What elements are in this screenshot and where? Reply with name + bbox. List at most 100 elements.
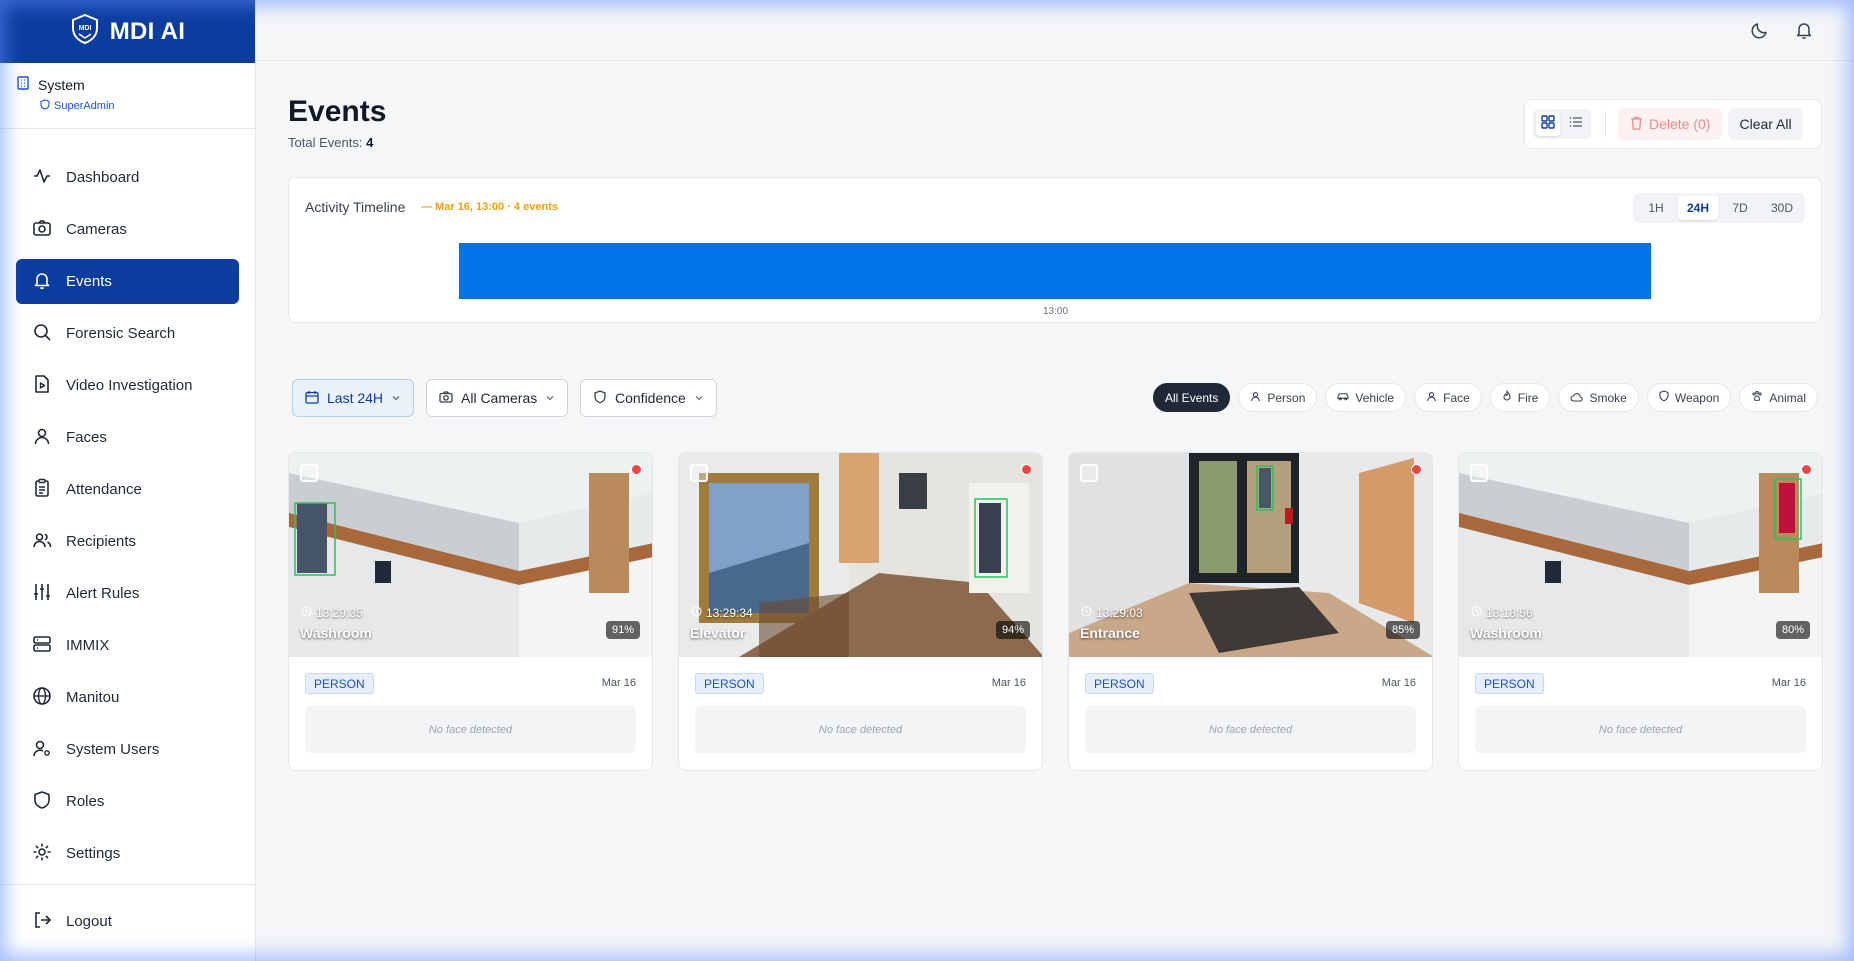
select-checkbox[interactable]: [300, 464, 318, 482]
chevron-down-icon: [694, 390, 704, 406]
view-toggle: [1533, 109, 1591, 139]
sidebar-item-label: Alert Rules: [66, 585, 140, 602]
sidebar: MDI MDI AI System SuperAdmin Dashboard C…: [0, 0, 256, 961]
select-checkbox[interactable]: [690, 464, 708, 482]
event-time-value: 13:18:56: [1486, 606, 1533, 620]
top-bar: [256, 0, 1854, 61]
chip-person[interactable]: Person: [1238, 383, 1318, 412]
chip-animal[interactable]: Animal: [1739, 383, 1818, 412]
event-actions: Delete (0) Clear All: [1524, 99, 1822, 149]
chip-label: Fire: [1517, 390, 1539, 405]
delete-label: Delete (0): [1649, 116, 1711, 132]
event-snapshot[interactable]: 13:29:03 Entrance 85%: [1069, 453, 1432, 657]
clock-icon: [301, 606, 312, 620]
sidebar-item-dashboard[interactable]: Dashboard: [16, 155, 239, 200]
event-card[interactable]: 13:29:34 Elevator 94% PERSON Mar 16 No f…: [678, 452, 1043, 771]
total-label: Total Events:: [288, 135, 363, 150]
face-placeholder: No face detected: [1475, 706, 1806, 753]
event-card[interactable]: 13:29:03 Entrance 85% PERSON Mar 16 No f…: [1068, 452, 1433, 771]
confidence-filter[interactable]: Confidence: [580, 379, 717, 417]
sidebar-item-label: Roles: [66, 793, 105, 810]
activity-icon: [32, 166, 52, 190]
sidebar-item-attendance[interactable]: Attendance: [16, 467, 239, 512]
range-30d[interactable]: 30D: [1762, 196, 1802, 220]
sidebar-item-label: Faces: [66, 429, 107, 446]
list-view-button[interactable]: [1564, 112, 1588, 136]
clock-icon: [1081, 606, 1092, 620]
file-video-icon: [32, 374, 52, 398]
sidebar-item-cameras[interactable]: Cameras: [16, 207, 239, 252]
sidebar-item-manitou[interactable]: Manitou: [16, 675, 239, 720]
camera-filter[interactable]: All Cameras: [426, 379, 569, 417]
sidebar-item-label: Settings: [66, 845, 121, 862]
sidebar-item-recipients[interactable]: Recipients: [16, 519, 239, 564]
sidebar-item-faces[interactable]: Faces: [16, 415, 239, 460]
delete-button[interactable]: Delete (0): [1618, 108, 1723, 140]
chip-label: Person: [1267, 390, 1306, 405]
sidebar-item-label: Manitou: [66, 689, 120, 706]
select-checkbox[interactable]: [1470, 464, 1488, 482]
event-time: 13:29:03: [1081, 606, 1143, 620]
sidebar-item-alert-rules[interactable]: Alert Rules: [16, 571, 239, 616]
event-snapshot[interactable]: 13:18:56 Washroom 80%: [1459, 453, 1822, 657]
sidebar-item-immix[interactable]: IMMIX: [16, 623, 239, 668]
list-icon: [1569, 115, 1583, 134]
brand-header[interactable]: MDI MDI AI: [0, 0, 255, 63]
chip-label: Animal: [1769, 390, 1806, 405]
camera-icon: [32, 218, 52, 242]
sliders-icon: [32, 582, 52, 606]
range-7d[interactable]: 7D: [1720, 196, 1760, 220]
chevron-down-icon: [545, 390, 555, 406]
select-checkbox[interactable]: [1080, 464, 1098, 482]
clipboard-icon: [32, 478, 52, 502]
bell-icon[interactable]: [1794, 20, 1814, 45]
time-filter-label: Last 24H: [327, 390, 384, 406]
grid-view-button[interactable]: [1536, 112, 1560, 136]
event-snapshot[interactable]: 13:29:35 Washroom 91%: [289, 453, 652, 657]
range-selector: 1H 24H 7D 30D: [1633, 193, 1805, 223]
chip-fire[interactable]: Fire: [1489, 383, 1551, 412]
event-date: Mar 16: [1771, 677, 1806, 689]
sidebar-item-video-investigation[interactable]: Video Investigation: [16, 363, 239, 408]
sidebar-item-label: IMMIX: [66, 637, 110, 654]
live-indicator: [1021, 464, 1032, 475]
sidebar-item-forensic-search[interactable]: Forensic Search: [16, 311, 239, 356]
chevron-down-icon: [391, 390, 401, 406]
page-title: Events: [288, 95, 387, 128]
user-icon: [32, 426, 52, 450]
sidebar-item-label: Attendance: [66, 481, 142, 498]
event-date: Mar 16: [601, 677, 636, 689]
total-value: 4: [366, 135, 374, 150]
sidebar-item-events[interactable]: Events: [16, 259, 239, 304]
time-filter[interactable]: Last 24H: [292, 379, 415, 417]
chip-vehicle[interactable]: Vehicle: [1325, 383, 1407, 412]
org-switcher[interactable]: System SuperAdmin: [0, 63, 255, 129]
chip-label: All Events: [1165, 390, 1219, 405]
org-role: SuperAdmin: [54, 100, 115, 112]
range-1h[interactable]: 1H: [1636, 196, 1676, 220]
event-date: Mar 16: [1381, 677, 1416, 689]
server-icon: [32, 634, 52, 658]
logout-button[interactable]: Logout: [16, 899, 239, 944]
logout-label: Logout: [66, 913, 112, 930]
event-snapshot[interactable]: 13:29:34 Elevator 94%: [679, 453, 1042, 657]
sidebar-item-system-users[interactable]: System Users: [16, 727, 239, 772]
clear-all-button[interactable]: Clear All: [1728, 108, 1803, 140]
event-card[interactable]: 13:18:56 Washroom 80% PERSON Mar 16 No f…: [1458, 452, 1823, 771]
user-icon: [1426, 391, 1437, 405]
event-card[interactable]: 13:29:35 Washroom 91% PERSON Mar 16 No f…: [288, 452, 653, 771]
chip-smoke[interactable]: Smoke: [1558, 383, 1639, 412]
chip-weapon[interactable]: Weapon: [1646, 383, 1732, 412]
sidebar-item-label: Cameras: [66, 221, 127, 238]
timeline-bar[interactable]: [459, 243, 1651, 299]
moon-icon[interactable]: [1750, 20, 1770, 45]
sidebar-item-roles[interactable]: Roles: [16, 779, 239, 824]
camera-icon: [439, 390, 453, 407]
sidebar-item-settings[interactable]: Settings: [16, 831, 239, 876]
bell-icon: [32, 270, 52, 294]
chip-face[interactable]: Face: [1414, 383, 1482, 412]
event-type-badge: PERSON: [305, 673, 374, 694]
chip-all-events[interactable]: All Events: [1153, 383, 1231, 412]
range-24h[interactable]: 24H: [1678, 196, 1718, 220]
user-icon: [1250, 391, 1261, 405]
